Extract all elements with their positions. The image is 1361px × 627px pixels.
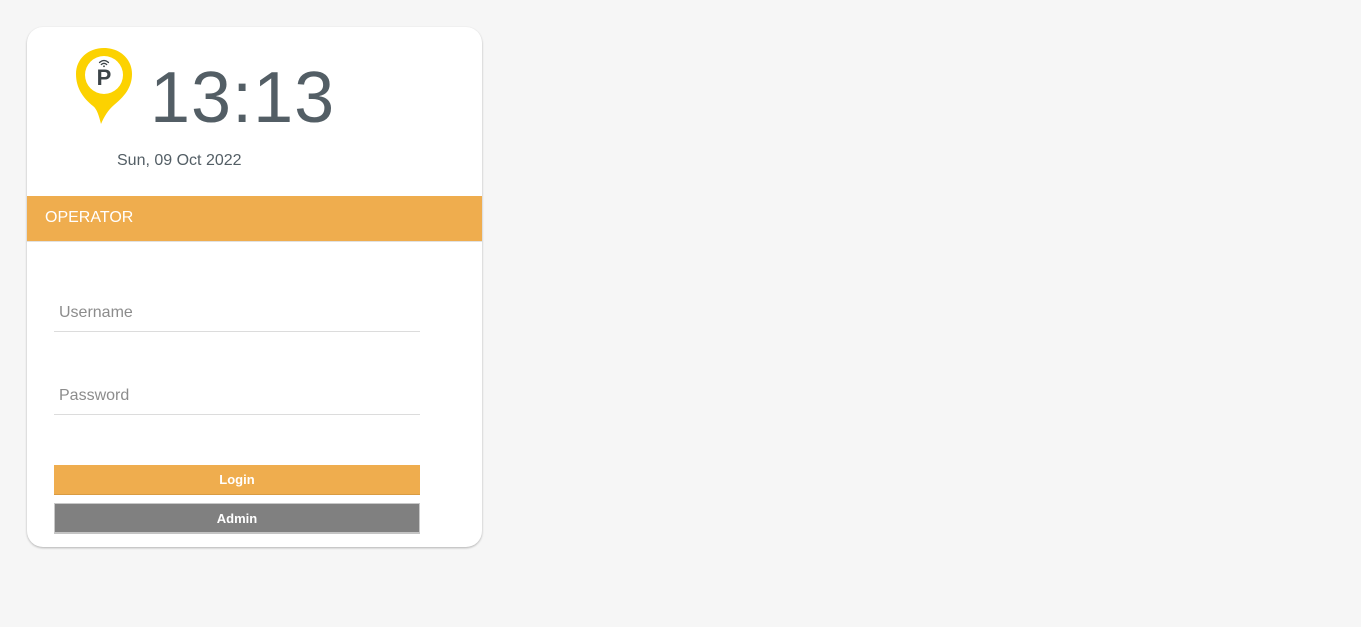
role-header-bar: OPERATOR bbox=[27, 196, 482, 242]
password-input[interactable] bbox=[54, 377, 420, 415]
login-button[interactable]: Login bbox=[54, 465, 420, 495]
logo-letter: P bbox=[97, 65, 112, 90]
parking-pin-icon: P bbox=[76, 48, 132, 124]
role-label: OPERATOR bbox=[45, 209, 134, 226]
clock-date: Sun, 09 Oct 2022 bbox=[117, 152, 242, 169]
username-input[interactable] bbox=[54, 294, 420, 332]
admin-button[interactable]: Admin bbox=[54, 503, 420, 534]
login-card: P 13:13 Sun, 09 Oct 2022 OPERATOR Login … bbox=[27, 27, 482, 547]
clock-time: 13:13 bbox=[150, 58, 336, 138]
